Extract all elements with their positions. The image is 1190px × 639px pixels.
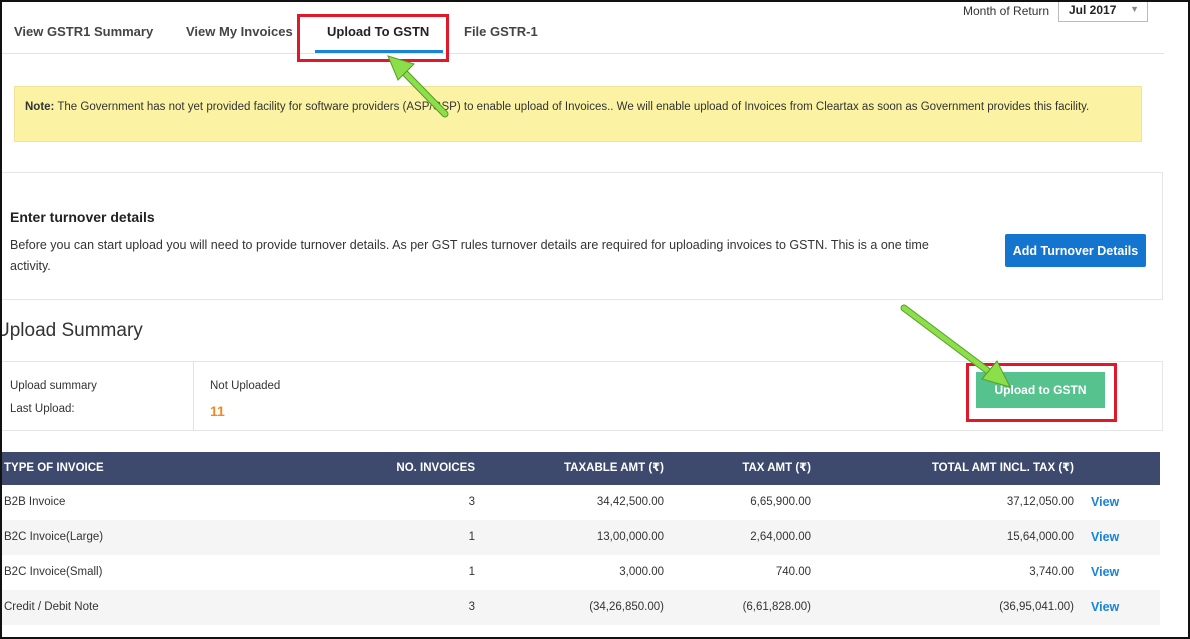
cell-tax: (6,61,828.00): [742, 601, 811, 613]
cell-total: (36,95,041.00): [999, 601, 1074, 613]
summary-divider: [193, 362, 194, 430]
header-total-amt: TOTAL AMT INCL. TAX (₹): [931, 462, 1074, 474]
table-header: TYPE OF INVOICE NO. INVOICES TAXABLE AMT…: [2, 452, 1160, 485]
note-prefix: Note:: [25, 101, 55, 113]
table-row: Credit / Debit Note 3 (34,26,850.00) (6,…: [2, 590, 1160, 625]
highlight-box-upload-tab: [297, 14, 449, 62]
tab-view-gstr1-summary[interactable]: View GSTR1 Summary: [14, 24, 153, 39]
upload-summary-heading: Upload Summary: [0, 320, 143, 341]
tab-file-gstr1[interactable]: File GSTR-1: [464, 24, 538, 39]
cell-num: 1: [468, 566, 475, 578]
cell-num: 3: [468, 601, 475, 613]
cell-tax: 6,65,900.00: [750, 496, 811, 508]
table-row: B2B Invoice 3 34,42,500.00 6,65,900.00 3…: [2, 485, 1160, 520]
upload-count: 11: [210, 403, 225, 419]
government-note-banner: Note: The Government has not yet provide…: [14, 86, 1142, 142]
cell-taxable: (34,26,850.00): [589, 601, 664, 613]
add-turnover-details-button[interactable]: Add Turnover Details: [1005, 234, 1146, 267]
turnover-description: Before you can start upload you will nee…: [10, 238, 929, 273]
cell-num: 3: [468, 496, 475, 508]
view-link[interactable]: View: [1091, 590, 1119, 625]
highlight-box-upload-button: [966, 363, 1117, 422]
tab-view-my-invoices[interactable]: View My Invoices: [186, 24, 293, 39]
month-of-return-label: Month of Return: [963, 4, 1050, 18]
table-row: B2C Invoice(Large) 1 13,00,000.00 2,64,0…: [2, 520, 1160, 555]
upload-summary-label: Upload summary: [10, 380, 97, 392]
cell-num: 1: [468, 531, 475, 543]
table-row: B2C Invoice(Small) 1 3,000.00 740.00 3,7…: [2, 555, 1160, 590]
header-taxable-amt: TAXABLE AMT (₹): [564, 462, 664, 474]
dropdown-caret-icon: ▼: [1130, 4, 1139, 14]
app-frame: View GSTR1 Summary View My Invoices Uplo…: [0, 0, 1190, 639]
cell-total: 37,12,050.00: [1006, 496, 1074, 508]
view-link[interactable]: View: [1091, 555, 1119, 590]
cell-taxable: 13,00,000.00: [596, 531, 664, 543]
note-text: The Government has not yet provided faci…: [54, 101, 1090, 113]
turnover-details-panel: Enter turnover details Before you can st…: [2, 172, 1163, 300]
last-upload-label: Last Upload:: [10, 403, 75, 415]
cell-tax: 2,64,000.00: [750, 531, 811, 543]
view-link[interactable]: View: [1091, 520, 1119, 555]
cell-type: B2C Invoice(Large): [4, 531, 104, 543]
cell-type: Credit / Debit Note: [4, 601, 99, 613]
month-of-return-value: Jul 2017: [1069, 3, 1117, 17]
cell-taxable: 3,000.00: [619, 566, 664, 578]
cell-type: B2B Invoice: [4, 496, 66, 508]
view-link[interactable]: View: [1091, 485, 1119, 520]
turnover-title: Enter turnover details: [10, 209, 155, 225]
header-type-of-invoice: TYPE OF INVOICE: [4, 462, 104, 474]
cell-total: 15,64,000.00: [1006, 531, 1074, 543]
cell-tax: 740.00: [775, 566, 811, 578]
cell-type: B2C Invoice(Small): [4, 566, 103, 578]
header-no-invoices: NO. INVOICES: [396, 462, 475, 474]
cell-total: 3,740.00: [1029, 566, 1074, 578]
cell-taxable: 34,42,500.00: [596, 496, 664, 508]
header-tax-amt: TAX AMT (₹): [742, 462, 811, 474]
month-of-return-select[interactable]: Jul 2017 ▼: [1058, 2, 1148, 22]
upload-status: Not Uploaded: [210, 380, 281, 392]
